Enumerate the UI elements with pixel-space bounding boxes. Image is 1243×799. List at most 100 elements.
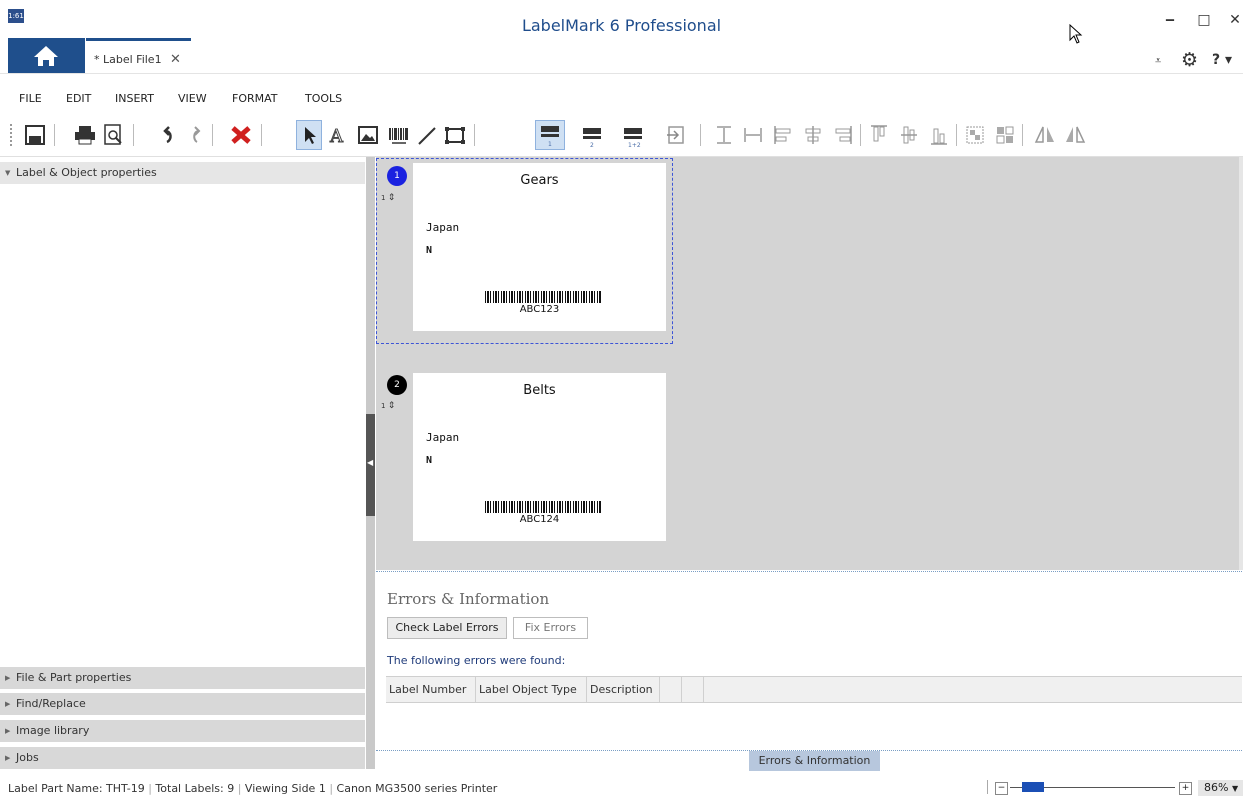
menu-edit[interactable]: EDIT xyxy=(66,92,91,105)
undo-icon[interactable] xyxy=(155,120,181,150)
close-button[interactable]: ✕ xyxy=(1225,12,1243,32)
distribute-vertical-icon[interactable] xyxy=(711,120,737,150)
group-icon[interactable] xyxy=(962,120,988,150)
mirror-vertical-icon[interactable] xyxy=(1062,120,1088,150)
redo-icon[interactable] xyxy=(183,120,209,150)
align-center-icon[interactable] xyxy=(800,120,826,150)
toolbar-separator xyxy=(133,124,134,146)
help-icon[interactable]: ? ▾ xyxy=(1212,52,1232,68)
label-card[interactable]: Belts Japan N ABC124 xyxy=(413,373,666,541)
mirror-horizontal-icon[interactable] xyxy=(1032,120,1058,150)
label-number-badge: 1 xyxy=(387,166,407,186)
label-country[interactable]: Japan xyxy=(426,221,459,234)
status-part-name: Label Part Name: THT-19 xyxy=(8,782,145,795)
text-tool-icon[interactable]: A xyxy=(325,120,351,150)
label-object-properties-header[interactable]: ▼ Label & Object properties xyxy=(0,162,365,184)
toolbar-separator xyxy=(956,124,957,146)
align-top-icon[interactable] xyxy=(866,120,892,150)
menu-format[interactable]: FORMAT xyxy=(232,92,278,105)
settings-gear-icon[interactable]: ⚙ xyxy=(1181,49,1198,71)
toolbar-separator xyxy=(860,124,861,146)
image-tool-icon[interactable] xyxy=(355,120,381,150)
home-button[interactable] xyxy=(8,38,85,74)
jobs-header[interactable]: ▶ Jobs xyxy=(0,747,365,769)
barcode-tool-icon[interactable] xyxy=(386,120,412,150)
toolbar-separator xyxy=(261,124,262,146)
line-tool-icon[interactable] xyxy=(414,120,440,150)
canvas-scrollbar[interactable] xyxy=(1239,157,1243,570)
window-title: LabelMark 6 Professional xyxy=(521,16,722,35)
label-title[interactable]: Gears xyxy=(413,173,666,188)
zoom-level-dropdown[interactable]: 86% ▼ xyxy=(1198,780,1243,796)
menu-file[interactable]: FILE xyxy=(19,92,42,105)
delete-icon[interactable] xyxy=(228,120,254,150)
view-both-sides-icon[interactable]: 1+2 xyxy=(620,120,646,150)
column-label-number[interactable]: Label Number xyxy=(386,677,476,702)
toolbar-separator xyxy=(212,124,213,146)
collapsed-triangle-icon: ▶ xyxy=(5,754,11,762)
zoom-in-button[interactable]: + xyxy=(1179,782,1192,795)
align-left-icon[interactable] xyxy=(770,120,796,150)
zoom-slider-thumb[interactable] xyxy=(1022,782,1044,792)
print-icon[interactable] xyxy=(72,120,98,150)
print-preview-icon[interactable] xyxy=(100,120,126,150)
fix-errors-button[interactable]: Fix Errors xyxy=(513,617,588,639)
svg-text:2: 2 xyxy=(590,142,594,149)
align-bottom-icon[interactable] xyxy=(926,120,952,150)
save-icon[interactable] xyxy=(22,120,48,150)
toolbar-separator xyxy=(1022,124,1023,146)
quick-access-dropdown-icon[interactable]: ⩡ xyxy=(1155,54,1161,68)
close-tab-icon[interactable]: ✕ xyxy=(170,52,181,67)
menu-view[interactable]: VIEW xyxy=(178,92,207,105)
align-right-icon[interactable] xyxy=(830,120,856,150)
file-part-properties-header[interactable]: ▶ File & Part properties xyxy=(0,667,365,689)
toolbar-grip[interactable] xyxy=(10,124,12,146)
label-title[interactable]: Belts xyxy=(413,383,666,398)
zoom-out-button[interactable]: − xyxy=(995,782,1008,795)
find-replace-header[interactable]: ▶ Find/Replace xyxy=(0,693,365,715)
collapsed-triangle-icon: ▶ xyxy=(5,700,11,708)
column-extra[interactable] xyxy=(660,677,682,702)
minimize-button[interactable]: ‒ xyxy=(1160,12,1180,32)
errors-information-tab[interactable]: Errors & Information xyxy=(749,751,880,771)
column-description[interactable]: Description xyxy=(587,677,660,702)
view-side-2-icon[interactable]: 2 xyxy=(579,120,605,150)
barcode-text: ABC124 xyxy=(519,514,560,525)
select-pointer-icon[interactable] xyxy=(296,120,322,150)
tab-label-file1[interactable]: * Label File1 ✕ xyxy=(86,38,191,74)
label-number-badge: 2 xyxy=(387,375,407,395)
collapsed-triangle-icon: ▶ xyxy=(5,674,11,682)
flip-side-icon[interactable] xyxy=(663,120,689,150)
label-code[interactable]: N xyxy=(426,455,432,466)
image-library-header[interactable]: ▶ Image library xyxy=(0,720,365,742)
collapse-arrow-icon[interactable]: ◀ xyxy=(367,458,373,467)
menu-tools[interactable]: TOOLS xyxy=(305,92,342,105)
label-card[interactable]: Gears Japan N ABC123 xyxy=(413,163,666,331)
home-icon xyxy=(34,46,58,66)
quantity-stepper[interactable]: 1 ⇕ xyxy=(381,193,395,203)
rectangle-tool-icon[interactable] xyxy=(442,120,468,150)
svg-text:1+2: 1+2 xyxy=(628,142,641,149)
check-label-errors-button[interactable]: Check Label Errors xyxy=(387,617,507,639)
errors-panel: Errors & Information Check Label Errors … xyxy=(376,571,1242,751)
mouse-cursor-icon xyxy=(1069,23,1083,47)
status-info: Label Part Name: THT-19 | Total Labels: … xyxy=(8,782,498,795)
ungroup-icon[interactable] xyxy=(992,120,1018,150)
maximize-button[interactable]: □ xyxy=(1194,12,1214,32)
tab-label: * Label File1 xyxy=(94,53,162,66)
column-label-object-type[interactable]: Label Object Type xyxy=(476,677,587,702)
view-side-1-icon[interactable]: 1 xyxy=(535,120,565,150)
barcode[interactable] xyxy=(485,501,601,513)
svg-text:1: 1 xyxy=(548,141,552,148)
barcode[interactable] xyxy=(485,291,601,303)
align-middle-icon[interactable] xyxy=(896,120,922,150)
distribute-horizontal-icon[interactable] xyxy=(740,120,766,150)
tabstrip-divider xyxy=(0,73,1243,74)
quantity-stepper[interactable]: 1 ⇕ xyxy=(381,401,395,411)
status-total-labels: Total Labels: 9 xyxy=(155,782,235,795)
label-country[interactable]: Japan xyxy=(426,431,459,444)
menu-insert[interactable]: INSERT xyxy=(115,92,154,105)
toolbar-separator xyxy=(700,124,701,146)
label-code[interactable]: N xyxy=(426,245,432,256)
column-extra[interactable] xyxy=(682,677,704,702)
